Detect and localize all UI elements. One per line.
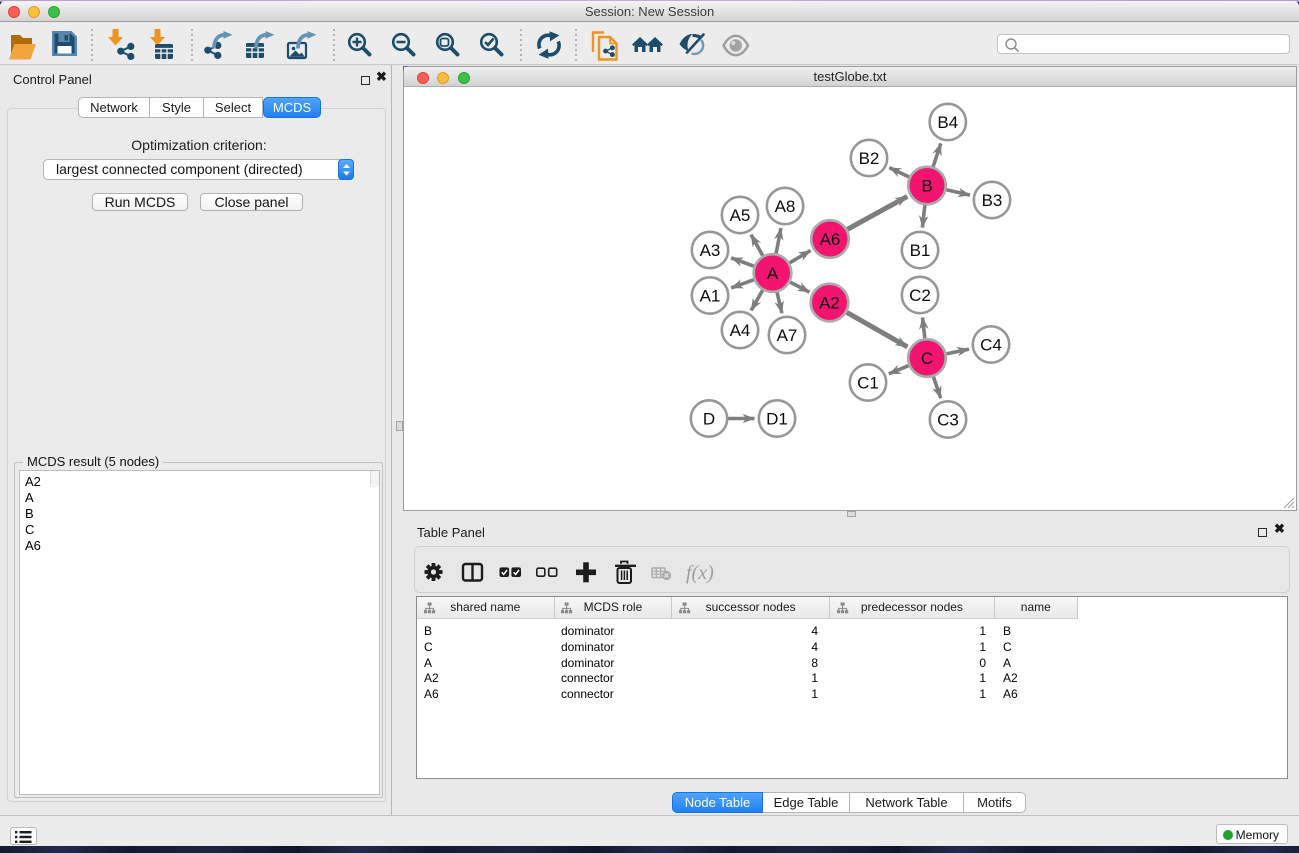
svg-text:C: C (921, 349, 933, 368)
svg-text:A7: A7 (777, 326, 798, 345)
svg-text:A2: A2 (819, 294, 840, 313)
svg-text:A: A (767, 264, 779, 283)
svg-text:B1: B1 (910, 241, 931, 260)
svg-text:B3: B3 (982, 191, 1003, 210)
svg-text:A1: A1 (700, 287, 721, 306)
svg-text:f(x): f(x) (686, 562, 714, 584)
svg-text:C1: C1 (857, 374, 879, 393)
svg-text:A6: A6 (820, 230, 841, 249)
svg-text:B: B (921, 177, 932, 196)
svg-text:A8: A8 (775, 197, 796, 216)
svg-text:A4: A4 (730, 321, 751, 340)
svg-text:B4: B4 (937, 113, 958, 132)
svg-text:C2: C2 (909, 286, 931, 305)
svg-text:C4: C4 (980, 336, 1002, 355)
svg-text:C3: C3 (937, 411, 959, 430)
svg-text:D1: D1 (766, 410, 788, 429)
svg-text:A5: A5 (730, 206, 751, 225)
svg-text:B2: B2 (859, 149, 880, 168)
svg-text:A3: A3 (700, 241, 721, 260)
svg-text:D: D (703, 410, 715, 429)
